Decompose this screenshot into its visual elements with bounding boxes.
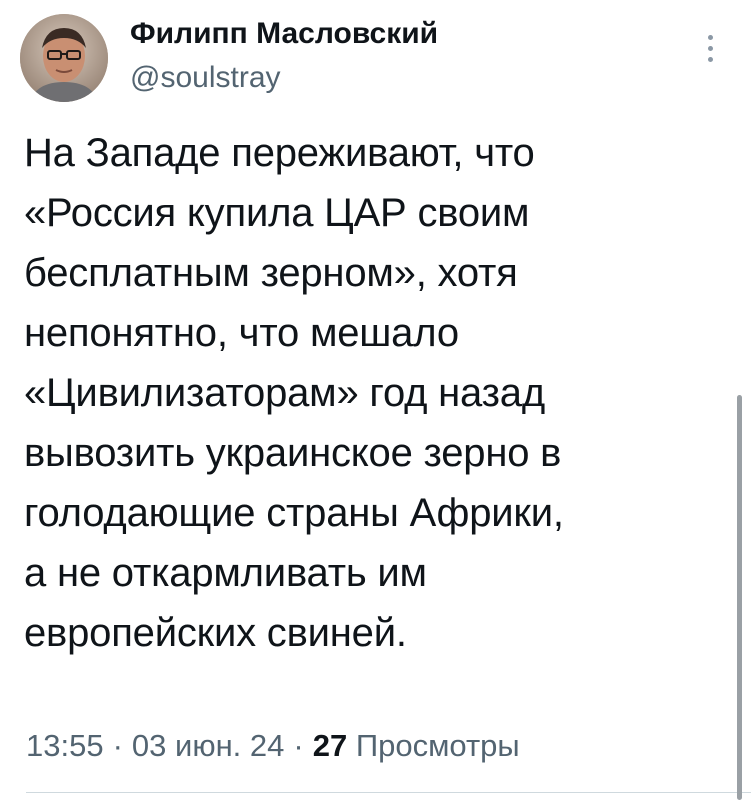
views-label[interactable]: Просмотры: [356, 728, 520, 763]
scrollbar[interactable]: [737, 395, 742, 800]
tweet-text-line: «Россия купила ЦАР своим: [24, 191, 530, 235]
views-count[interactable]: 27: [313, 728, 347, 763]
tweet-text-line: а не откармливать им: [24, 551, 427, 595]
divider: [26, 792, 751, 793]
menu-dot: [708, 35, 713, 40]
avatar-photo: [20, 14, 108, 102]
tweet-text-line: вывозить украинское зерно в: [24, 431, 562, 475]
menu-dot: [708, 57, 713, 62]
tweet-text-line: европейских свиней.: [24, 611, 407, 655]
tweet-text-line: непонятно, что мешало: [24, 311, 459, 355]
tweet-text: На Западе переживают, что «Россия купила…: [24, 123, 724, 663]
author-display-name[interactable]: Филипп Масловский: [130, 14, 438, 54]
avatar[interactable]: [20, 14, 108, 102]
tweet-text-line: «Цивилизаторам» год назад: [24, 371, 545, 415]
meta-separator: ·: [112, 728, 123, 763]
tweet-card: Филипп Масловский @soulstray На Западе п…: [0, 0, 751, 800]
meta-separator: ·: [293, 728, 304, 763]
tweet-meta: 13:55 · 03 июн. 24 · 27 Просмотры: [26, 726, 520, 766]
tweet-text-line: бесплатным зерном», хотя: [24, 251, 518, 295]
tweet-date[interactable]: 03 июн. 24: [132, 728, 285, 763]
tweet-text-line: голодающие страны Африки,: [24, 491, 564, 535]
menu-dot: [708, 46, 713, 51]
tweet-text-line: На Западе переживают, что: [24, 131, 535, 175]
more-vertical-icon[interactable]: [698, 32, 722, 66]
author-handle[interactable]: @soulstray: [130, 58, 281, 98]
tweet-time[interactable]: 13:55: [26, 728, 104, 763]
